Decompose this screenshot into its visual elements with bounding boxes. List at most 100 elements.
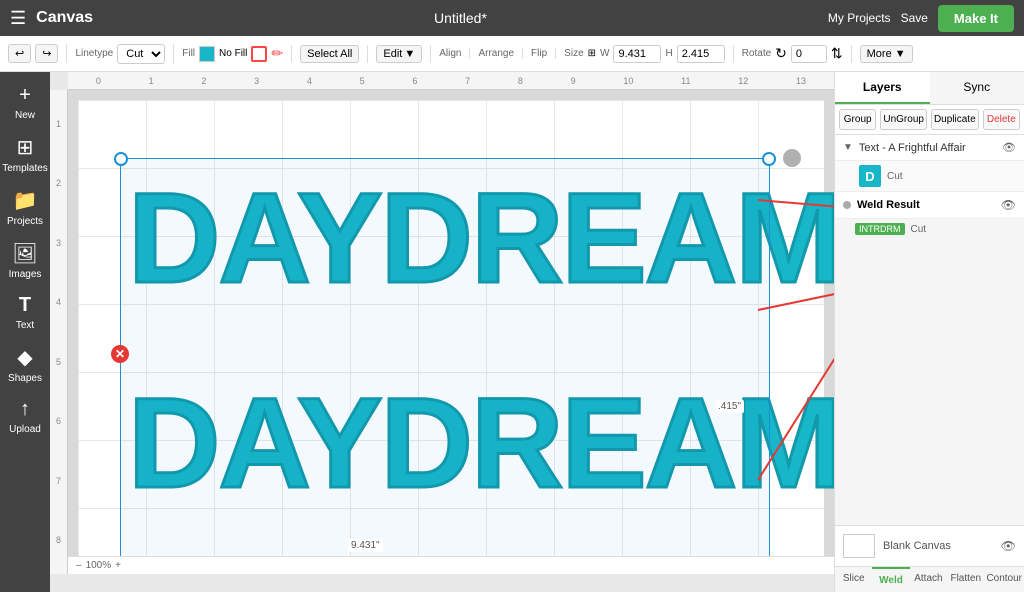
interdrm-badge: INTRDRM [855, 223, 905, 235]
canvas-content[interactable]: DAYDREAM DAYDREAM ✕ 9.431" .415" [68, 90, 834, 574]
save-button[interactable]: Save [901, 11, 928, 25]
weld-sub-item[interactable]: INTRDRM Cut [835, 219, 1024, 239]
shapes-icon: ◆ [17, 345, 32, 370]
sidebar-item-images[interactable]: 🖼 Images [3, 235, 47, 286]
left-sidebar: + New ⊞ Templates 📁 Projects 🖼 Images T … [0, 72, 50, 592]
tab-attach[interactable]: Attach [910, 567, 947, 592]
tab-layers[interactable]: Layers [835, 72, 930, 104]
select-all-button[interactable]: Select All [300, 45, 359, 63]
edit-group: Edit ▼ [376, 45, 431, 63]
toolbar: ↩ ↪ Linetype Cut Fill No Fill ✏ Select A… [0, 36, 1024, 72]
sidebar-item-new[interactable]: + New [3, 78, 47, 127]
delete-button[interactable]: Delete [983, 109, 1020, 130]
stroke-color-swatch[interactable] [251, 46, 267, 62]
app-title: Canvas [36, 9, 93, 27]
height-dimension-label: .415" [715, 400, 744, 413]
top-right-actions: My Projects Save Make It [828, 5, 1014, 32]
fill-label: Fill [182, 48, 195, 59]
tab-contour[interactable]: Contour [984, 567, 1024, 592]
height-label: H [665, 48, 672, 59]
eye-icon-weld[interactable]: 👁 [1001, 198, 1016, 212]
tab-flatten[interactable]: Flatten [947, 567, 984, 592]
tab-slice[interactable]: Slice [835, 567, 872, 592]
blank-canvas-label: Blank Canvas [883, 540, 993, 552]
tab-sync[interactable]: Sync [930, 72, 1024, 104]
ungroup-button[interactable]: UnGroup [880, 109, 927, 130]
weld-dot-icon [843, 201, 851, 209]
zoom-in-icon[interactable]: + [115, 560, 121, 571]
images-icon: 🖼 [12, 241, 37, 266]
ruler-horizontal: 0 1 2 3 4 5 6 7 8 9 10 11 12 13 [68, 72, 834, 90]
layer-weld-result[interactable]: Weld Result 👁 [835, 192, 1024, 219]
blank-canvas-row: Blank Canvas 👁 [835, 525, 1024, 566]
templates-icon: ⊞ [17, 135, 34, 160]
text-icon: T [19, 294, 31, 317]
flip-group: Flip [531, 48, 556, 59]
rotate-label: Rotate [742, 48, 771, 59]
rotate-arrows-icon: ⇅ [831, 45, 843, 62]
linetype-select[interactable]: Cut [117, 44, 165, 64]
linetype-label: Linetype [75, 48, 113, 59]
my-projects-button[interactable]: My Projects [828, 11, 891, 25]
rotate-group: Rotate ↻ ⇅ [742, 45, 852, 63]
layer-sub-item-d[interactable]: D Cut [835, 161, 1024, 192]
sidebar-item-templates[interactable]: ⊞ Templates [3, 129, 47, 180]
redo-button[interactable]: ↪ [35, 44, 58, 63]
size-icon: ⊞ [588, 48, 596, 59]
panel-actions: Group UnGroup Duplicate Delete [835, 105, 1024, 135]
sidebar-item-projects[interactable]: 📁 Projects [3, 182, 47, 233]
zoom-controls: – 100% + [76, 560, 121, 571]
doc-title: Untitled* [103, 10, 818, 26]
sidebar-item-shapes-label: Shapes [8, 373, 42, 384]
blank-canvas-thumb [843, 534, 875, 558]
more-button[interactable]: More ▼ [860, 45, 913, 63]
arrange-label: Arrange [478, 48, 514, 59]
sidebar-item-templates-label: Templates [2, 163, 48, 174]
menu-icon[interactable]: ☰ [10, 8, 26, 29]
expand-triangle-icon: ▼ [843, 142, 853, 153]
upload-icon: ↑ [20, 398, 30, 421]
undo-button[interactable]: ↩ [8, 44, 31, 63]
ruler-vertical: 1 2 3 4 5 6 7 8 [50, 90, 68, 574]
edit-button[interactable]: Edit ▼ [376, 45, 422, 63]
fill-color-swatch[interactable] [199, 46, 215, 62]
size-label: Size [564, 48, 583, 59]
undo-redo-group: ↩ ↪ [8, 44, 67, 63]
canvas-area[interactable]: 0 1 2 3 4 5 6 7 8 9 10 11 12 13 1 2 3 [50, 72, 834, 592]
sidebar-item-text-label: Text [16, 320, 34, 331]
eye-icon-frightful[interactable]: 👁 [1002, 141, 1016, 154]
no-fill-label: No Fill [219, 48, 247, 59]
bottom-bar: – 100% + [68, 556, 834, 574]
width-label: W [600, 48, 609, 59]
topbar: ☰ Canvas Untitled* My Projects Save Make… [0, 0, 1024, 36]
group-button[interactable]: Group [839, 109, 876, 130]
sidebar-item-upload[interactable]: ↑ Upload [3, 392, 47, 441]
sidebar-item-new-label: New [15, 110, 35, 121]
flip-label: Flip [531, 48, 547, 59]
linetype-group: Linetype Cut [75, 44, 174, 64]
weld-result-name: Weld Result [857, 199, 995, 211]
width-input[interactable] [613, 45, 661, 63]
blank-canvas-eye-icon[interactable]: 👁 [1001, 539, 1016, 553]
align-group: Align [439, 48, 470, 59]
size-group: Size ⊞ W H [564, 45, 734, 63]
layer-name-frightful: Text - A Frightful Affair [859, 142, 996, 154]
rotate-input[interactable] [791, 45, 827, 63]
height-input[interactable] [677, 45, 725, 63]
rotate-icon: ↻ [775, 45, 787, 62]
right-panel: Layers Sync Group UnGroup Duplicate Dele… [834, 72, 1024, 592]
zoom-level: 100% [86, 560, 112, 571]
projects-icon: 📁 [13, 188, 38, 213]
layer-thumb-d: D [859, 165, 881, 187]
make-it-button[interactable]: Make It [938, 5, 1014, 32]
zoom-out-icon[interactable]: – [76, 560, 82, 571]
layer-item-text-frightful[interactable]: ▼ Text - A Frightful Affair 👁 [835, 135, 1024, 161]
pencil-icon[interactable]: ✏ [271, 45, 283, 62]
select-all-group: Select All [300, 45, 368, 63]
tab-weld[interactable]: Weld [872, 567, 909, 592]
weld-cut-label: Cut [911, 224, 927, 235]
sidebar-item-shapes[interactable]: ◆ Shapes [3, 339, 47, 390]
duplicate-button[interactable]: Duplicate [931, 109, 979, 130]
sidebar-item-text[interactable]: T Text [3, 288, 47, 337]
main-area: + New ⊞ Templates 📁 Projects 🖼 Images T … [0, 72, 1024, 592]
